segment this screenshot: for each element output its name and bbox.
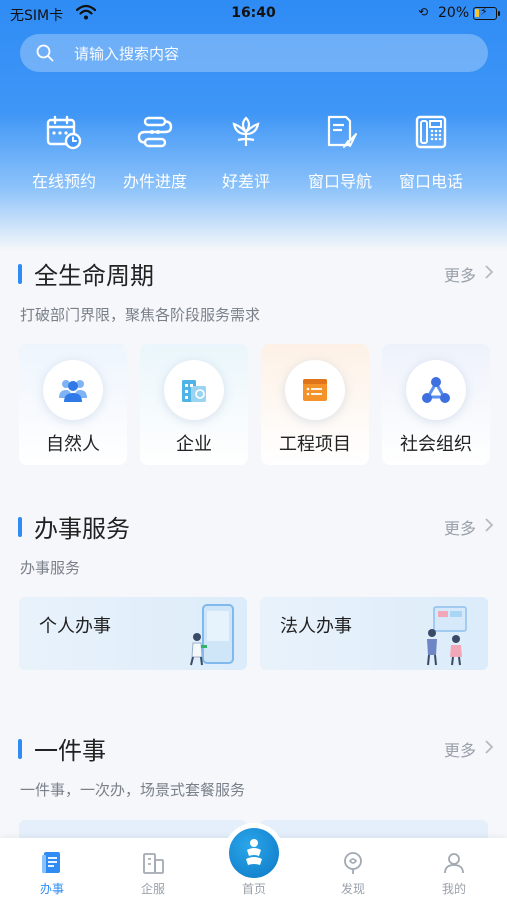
people-icon — [59, 380, 87, 402]
more-link[interactable]: 更多 — [444, 737, 476, 761]
card-label: 自然人 — [46, 434, 100, 455]
status-bar: 无SIM卡 16:40 ⟲ 20% ⚡ — [0, 0, 507, 28]
quick-action-progress[interactable]: 办件进度 — [109, 112, 201, 192]
organization-network-icon — [422, 377, 450, 403]
search-bar[interactable]: 请输入搜索内容 — [20, 34, 488, 72]
search-icon — [36, 44, 54, 62]
charging-bolt-icon: ⚡ — [480, 5, 488, 18]
section-title: 全生命周期 — [34, 262, 154, 290]
navigation-doc-icon — [327, 115, 357, 148]
quick-action-label: 好差评 — [221, 172, 270, 191]
quick-action-label: 窗口电话 — [398, 172, 463, 191]
card-icon-circle — [406, 360, 466, 420]
lifecycle-card-social-organization[interactable]: 社会组织 — [382, 344, 490, 465]
tab-label: 企服 — [140, 882, 165, 896]
personal-affairs-illustration — [190, 604, 234, 666]
orientation-lock-icon: ⟲ — [418, 5, 429, 19]
card-icon-circle — [43, 360, 103, 420]
lifecycle-card-engineering-project[interactable]: 工程项目 — [261, 344, 369, 465]
card-label: 工程项目 — [279, 434, 351, 455]
section-subtitle: 办事服务 — [20, 559, 81, 577]
card-icon-circle — [164, 360, 224, 420]
more-link[interactable]: 更多 — [444, 262, 476, 286]
legal-entity-affairs-card[interactable]: 法人办事 — [260, 597, 488, 670]
progress-flow-icon — [137, 116, 173, 148]
quick-actions: 在线预约 办件进度 好差评 窗口导航 窗口电话 — [0, 112, 507, 202]
tab-affairs[interactable]: 办事 — [7, 838, 97, 897]
section-subtitle: 一件事，一次办，场景式套餐服务 — [20, 781, 246, 799]
quick-action-window-phone[interactable]: 窗口电话 — [385, 112, 477, 192]
personal-affairs-card[interactable]: 个人办事 — [19, 597, 247, 670]
battery-percent: 20% — [438, 5, 470, 21]
section-subtitle: 打破部门界限，聚焦各阶段服务需求 — [20, 306, 261, 324]
battery-level — [475, 9, 479, 17]
section-accent-bar — [18, 264, 22, 284]
tab-enterprise-services[interactable]: 企服 — [108, 838, 198, 897]
more-link[interactable]: 更多 — [444, 515, 476, 539]
legal-entity-affairs-illustration — [427, 606, 467, 666]
section-accent-bar — [18, 517, 22, 537]
lifecycle-section-header: 全生命周期 更多 — [0, 252, 507, 292]
section-title: 办事服务 — [34, 515, 130, 543]
tab-label: 办事 — [39, 882, 64, 896]
document-icon — [42, 852, 60, 873]
tab-home[interactable] — [229, 828, 279, 878]
enterprise-building-icon — [182, 380, 206, 402]
tab-label: 首页 — [241, 882, 266, 896]
quick-action-label: 办件进度 — [122, 172, 187, 191]
card-label: 社会组织 — [400, 434, 472, 455]
chevron-right-icon[interactable] — [484, 264, 494, 280]
calendar-clock-icon — [46, 115, 82, 150]
chevron-right-icon[interactable] — [484, 739, 494, 755]
quick-action-online-appointment[interactable]: 在线预约 — [18, 112, 110, 192]
tab-label: 发现 — [340, 882, 365, 896]
project-document-icon — [303, 379, 327, 401]
discover-icon — [344, 852, 362, 874]
card-label: 企业 — [176, 434, 212, 455]
section-title: 一件事 — [34, 737, 106, 765]
quick-action-window-navigation[interactable]: 窗口导航 — [294, 112, 386, 192]
card-label: 法人办事 — [280, 616, 352, 637]
search-placeholder: 请输入搜索内容 — [74, 45, 180, 63]
tab-label: 我的 — [441, 882, 466, 896]
chevron-right-icon[interactable] — [484, 517, 494, 533]
quick-action-label: 窗口导航 — [307, 172, 372, 191]
tab-discover[interactable]: 发现 — [308, 838, 398, 897]
building-icon — [143, 853, 164, 874]
quick-action-rating[interactable]: 好差评 — [200, 112, 292, 192]
lifecycle-card-natural-person[interactable]: 自然人 — [19, 344, 127, 465]
one-thing-section-header: 一件事 更多 — [0, 727, 507, 767]
clock: 16:40 — [231, 5, 276, 21]
home-logo-icon — [246, 839, 262, 865]
profile-icon — [444, 853, 464, 874]
battery-icon: ⚡ — [473, 5, 500, 20]
section-accent-bar — [18, 739, 22, 759]
services-section-header: 办事服务 更多 — [0, 505, 507, 545]
quick-action-label: 在线预约 — [31, 172, 96, 191]
card-icon-circle — [285, 360, 345, 420]
lifecycle-card-enterprise[interactable]: 企业 — [140, 344, 248, 465]
card-label: 个人办事 — [39, 616, 111, 637]
tab-profile[interactable]: 我的 — [409, 838, 499, 897]
rating-flower-icon — [232, 116, 260, 146]
telephone-icon — [415, 115, 447, 149]
